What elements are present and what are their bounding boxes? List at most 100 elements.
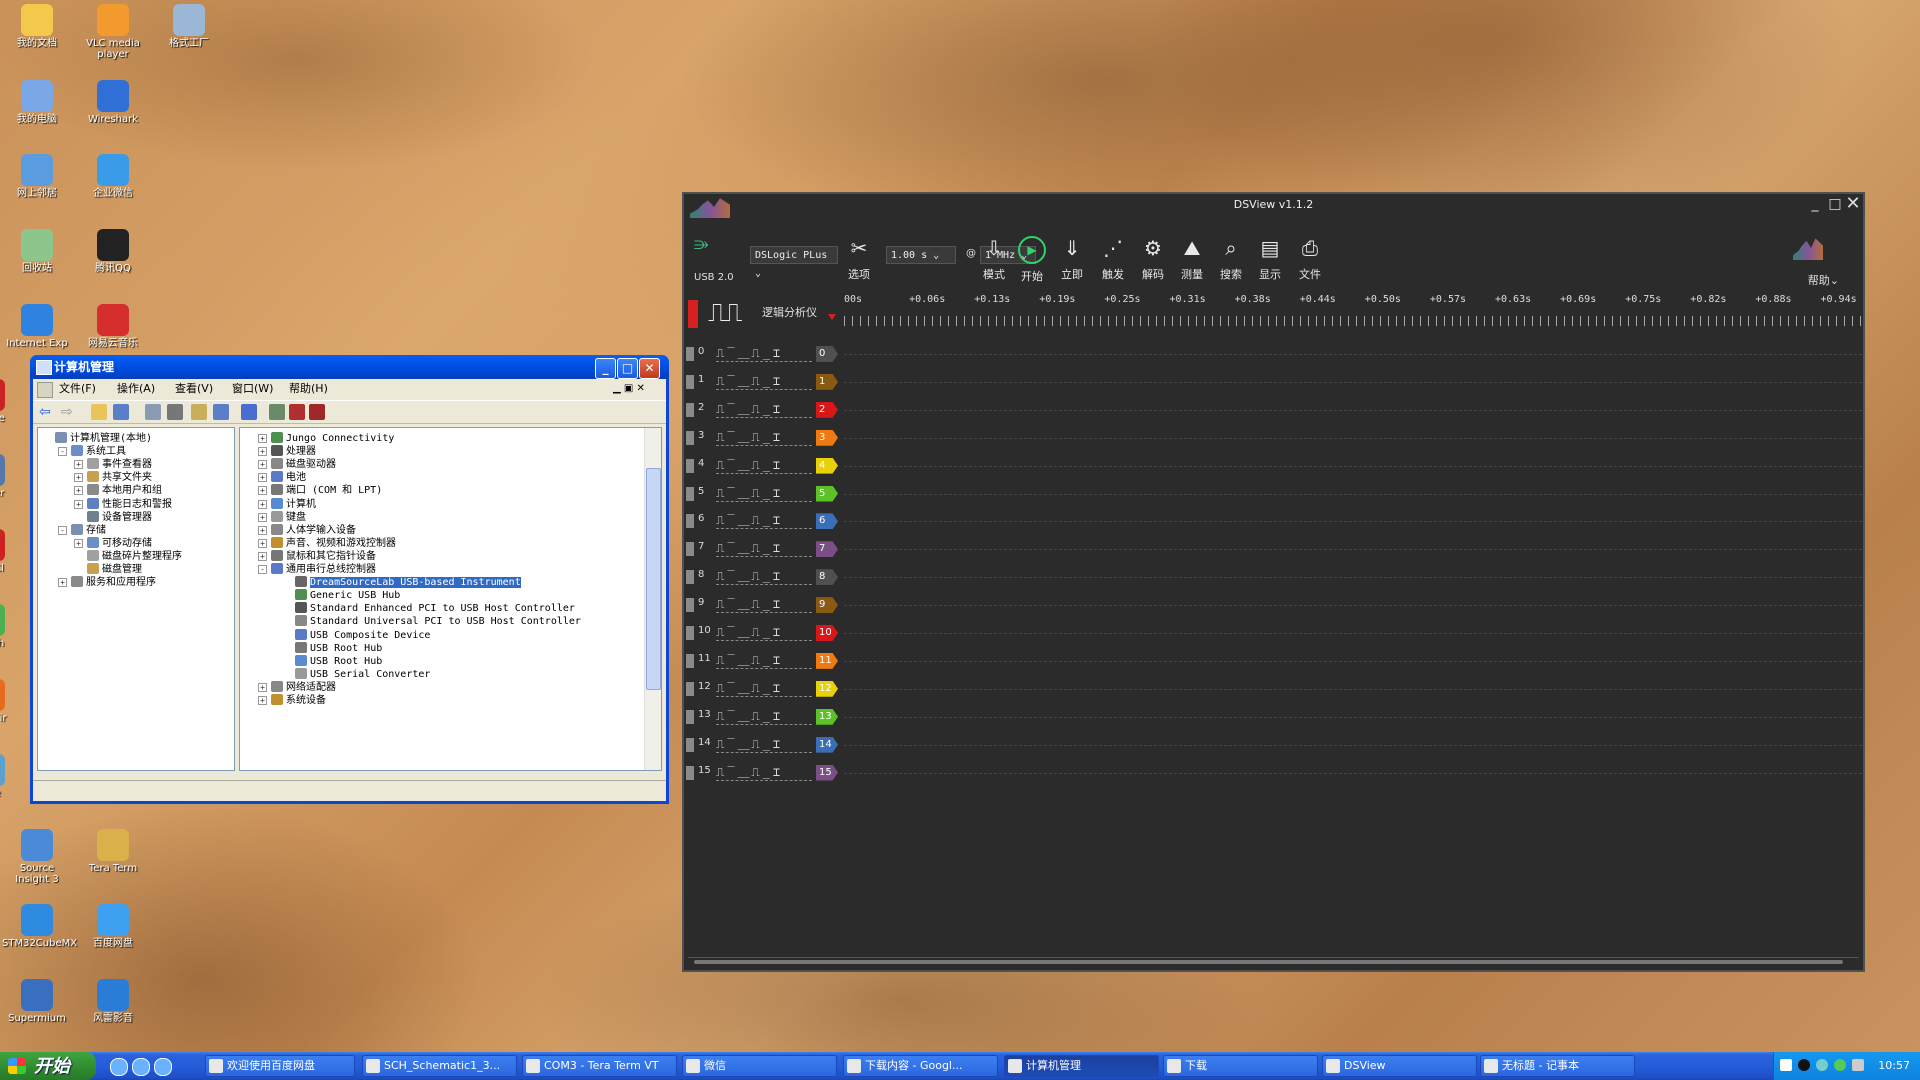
back-icon[interactable]: ⇦ (39, 404, 55, 420)
expand-toggle-icon[interactable]: + (74, 499, 83, 509)
channel-color-tag[interactable]: 15 (816, 764, 838, 781)
trigger-settings-icon[interactable]: ⎍‾⎽⎍_⌶ (716, 485, 812, 502)
channel-color-tag[interactable]: 1 (816, 373, 838, 390)
taskbar-button[interactable]: 微信 (682, 1055, 837, 1077)
tool-decode-button[interactable]: ⚙ 解码 (1133, 236, 1173, 282)
desktop-icon[interactable]: Moz Fir (0, 679, 24, 724)
desktop-icon[interactable]: Source Insight 3 (2, 829, 72, 885)
channel-drag-handle[interactable] (686, 458, 694, 473)
desktop-icon[interactable]: 企业微信 (78, 154, 148, 199)
taskbar-button[interactable]: 欢迎使用百度网盘 (205, 1055, 355, 1077)
desktop-icon[interactable]: 网易云音乐 (78, 304, 148, 349)
tree-item[interactable]: + 声音、视频和游戏控制器 (258, 536, 396, 550)
tree-item[interactable]: 计算机管理(本地) (42, 432, 152, 445)
update-driver-icon[interactable] (269, 404, 285, 420)
channel-row[interactable]: 6 ⎍‾⎽⎍_⌶ 6 (686, 507, 1862, 535)
tree-item[interactable]: + 电池 (258, 471, 306, 484)
channel-row[interactable]: 4 ⎍‾⎽⎍_⌶ 4 (686, 452, 1862, 480)
tree-item[interactable]: - 存储 (58, 523, 106, 537)
tree-item[interactable]: + 网络适配器 (258, 680, 336, 694)
scroll-thumb[interactable] (646, 468, 661, 690)
expand-toggle-icon[interactable]: + (258, 525, 267, 535)
uninstall-device-icon[interactable] (309, 404, 325, 420)
channel-row[interactable]: 11 ⎍‾⎽⎍_⌶ 11 (686, 647, 1862, 675)
expand-toggle-icon[interactable]: + (74, 486, 83, 496)
channel-drag-handle[interactable] (686, 765, 694, 780)
channel-color-tag[interactable]: 13 (816, 708, 838, 725)
channel-drag-handle[interactable] (686, 709, 694, 724)
tree-item[interactable]: Generic USB Hub (282, 589, 400, 602)
desktop-icon[interactable]: 格式工厂 (154, 4, 224, 49)
tree-item[interactable]: 磁盘管理 (74, 563, 142, 576)
duration-select[interactable]: 1.00 s ⌄ (886, 246, 956, 264)
tool-file-button[interactable]: ⎙ 文件 (1290, 236, 1330, 282)
expand-toggle-icon[interactable]: - (58, 447, 67, 457)
tree-item[interactable]: - 通用串行总线控制器 (258, 563, 376, 576)
tree-item[interactable]: Standard Enhanced PCI to USB Host Contro… (282, 602, 575, 615)
desktop-icon[interactable]: 回收站 (2, 229, 72, 274)
tree-item[interactable]: USB Serial Converter (282, 667, 430, 681)
channel-row[interactable]: 12 ⎍‾⎽⎍_⌶ 12 (686, 675, 1862, 703)
trigger-settings-icon[interactable]: ⎍‾⎽⎍_⌶ (716, 568, 812, 586)
channel-row[interactable]: 7 ⎍‾⎽⎍_⌶ 7 (686, 535, 1862, 563)
desktop-icon[interactable]: Adobe (0, 379, 24, 424)
channel-row[interactable]: 10 ⎍‾⎽⎍_⌶ 10 (686, 619, 1862, 647)
view-icon[interactable] (213, 404, 229, 420)
channel-color-tag[interactable]: 9 (816, 597, 838, 614)
tree-item[interactable]: + 人体学输入设备 (258, 523, 356, 537)
tool-download-button[interactable]: ⇩ 模式 (974, 236, 1014, 282)
taskbar-button[interactable]: 下载内容 - Googl... (843, 1055, 998, 1077)
trigger-settings-icon[interactable]: ⎍‾⎽⎍_⌶ (716, 457, 812, 474)
tray-wechat-icon[interactable] (1834, 1059, 1846, 1071)
channel-drag-handle[interactable] (686, 514, 694, 529)
trigger-settings-icon[interactable]: ⎍‾⎽⎍_⌶ (716, 680, 812, 697)
expand-toggle-icon[interactable]: - (258, 565, 267, 574)
channel-drag-handle[interactable] (686, 626, 694, 640)
expand-toggle-icon[interactable]: + (258, 551, 267, 561)
minimize-button[interactable]: _ (595, 358, 616, 379)
trigger-settings-icon[interactable]: ⎍‾⎽⎍_⌶ (716, 540, 812, 558)
taskbar-button[interactable]: COM3 - Tera Term VT (522, 1055, 677, 1077)
up-folder-icon[interactable] (91, 404, 107, 420)
trigger-settings-icon[interactable]: ⎍‾⎽⎍_⌶ (716, 596, 812, 614)
channel-drag-handle[interactable] (686, 402, 694, 417)
channel-color-tag[interactable]: 0 (816, 346, 838, 362)
trigger-settings-icon[interactable]: ⎍‾⎽⎍_⌶ (716, 345, 812, 362)
device-list-pane[interactable]: + Jungo Connectivity + 处理器 + 磁盘驱动器 + 电池 + 端口 (COM… (239, 427, 662, 771)
clock[interactable]: 10:57 (1878, 1052, 1910, 1080)
expand-toggle-icon[interactable]: + (258, 538, 267, 548)
desktop-icon[interactable]: Supermium (2, 979, 72, 1024)
expand-toggle-icon[interactable]: + (258, 447, 267, 457)
channel-drag-handle[interactable] (686, 542, 694, 557)
expand-toggle-icon[interactable]: + (258, 512, 267, 522)
trigger-settings-icon[interactable]: ⎍‾⎽⎍_⌶ (716, 373, 812, 390)
expand-toggle-icon[interactable]: - (58, 525, 67, 535)
trigger-settings-icon[interactable]: ⎍‾⎽⎍_⌶ (716, 652, 812, 669)
channel-row[interactable]: 5 ⎍‾⎽⎍_⌶ 5 (686, 480, 1862, 508)
channel-drag-handle[interactable] (686, 374, 694, 389)
channel-color-tag[interactable]: 7 (816, 541, 838, 558)
desktop-icon[interactable]: 腾讯QQ (78, 229, 148, 274)
menu-view[interactable]: 查看(V) (175, 379, 213, 399)
quicklaunch-ie2-icon[interactable] (154, 1058, 172, 1076)
vertical-scrollbar[interactable] (644, 428, 661, 770)
channel-color-tag[interactable]: 4 (816, 457, 838, 474)
tool-wrench-button[interactable]: ✂ 选项 (839, 236, 879, 282)
title-bar[interactable]: 计算机管理 _ □ ✕ (30, 355, 669, 379)
expand-toggle-icon[interactable]: + (258, 434, 267, 443)
forward-icon[interactable]: ⇨ (61, 404, 77, 420)
desktop-icon[interactable]: 百度网盘 (78, 904, 148, 949)
tray-volume-icon[interactable] (1852, 1059, 1864, 1071)
tree-item[interactable]: + 本地用户和组 (74, 484, 162, 497)
maximize-button[interactable]: □ (1827, 196, 1843, 212)
tree-item[interactable]: + 端口 (COM 和 LPT) (258, 484, 382, 497)
taskbar-button[interactable]: 无标题 - 记事本 (1480, 1055, 1635, 1077)
tray-qq-icon[interactable] (1798, 1059, 1810, 1071)
tree-item[interactable]: + 处理器 (258, 445, 316, 458)
channel-color-tag[interactable]: 2 (816, 401, 838, 418)
tray-keyboard-icon[interactable] (1780, 1059, 1792, 1071)
expand-toggle-icon[interactable]: + (258, 473, 267, 483)
channel-row[interactable]: 9 ⎍‾⎽⎍_⌶ 9 (686, 591, 1862, 619)
desktop-icon[interactable]: 风雷影音 (78, 979, 148, 1024)
desktop-icon[interactable]: STM32CubeMX (2, 904, 77, 949)
